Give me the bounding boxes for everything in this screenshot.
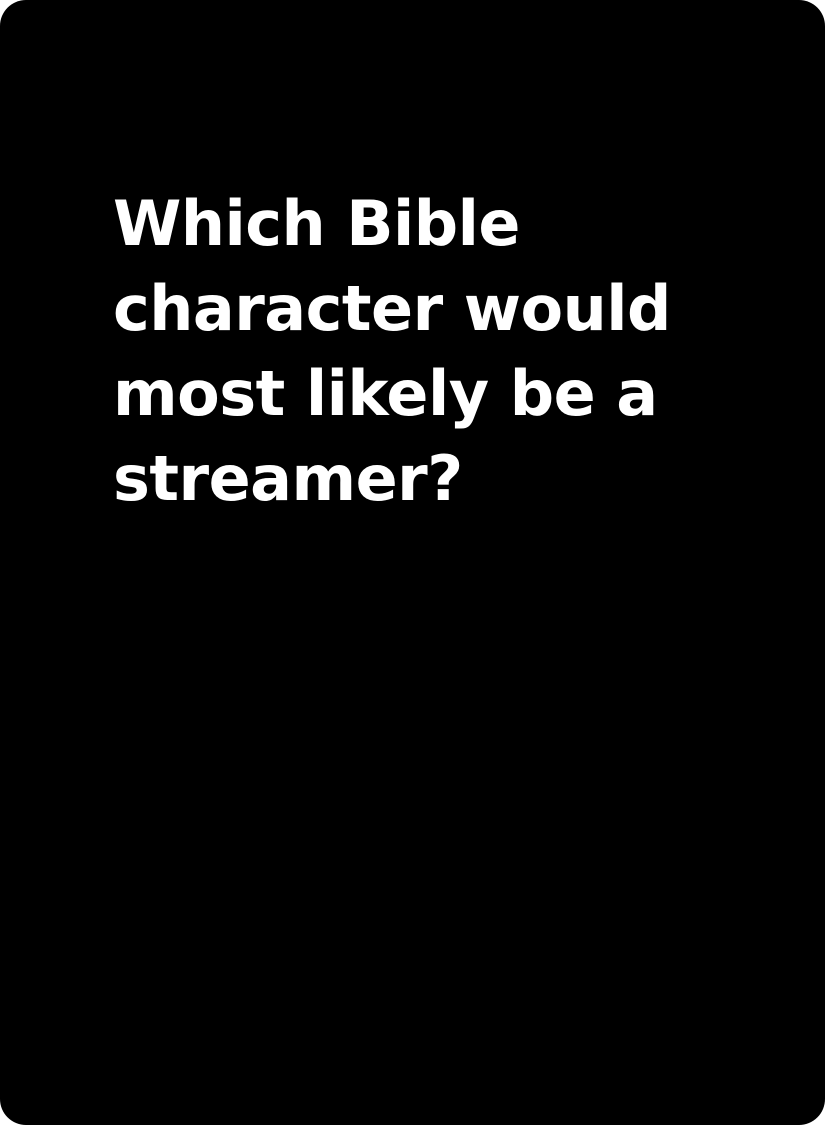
- question-card: Which Bible character would most likely …: [0, 0, 825, 1125]
- question-text: Which Bible character would most likely …: [113, 181, 673, 521]
- question-line-1: Which Bible: [113, 187, 520, 260]
- question-line-4: streamer?: [113, 442, 463, 515]
- question-line-2: character would: [113, 272, 671, 345]
- question-line-3: most likely be a: [113, 357, 658, 430]
